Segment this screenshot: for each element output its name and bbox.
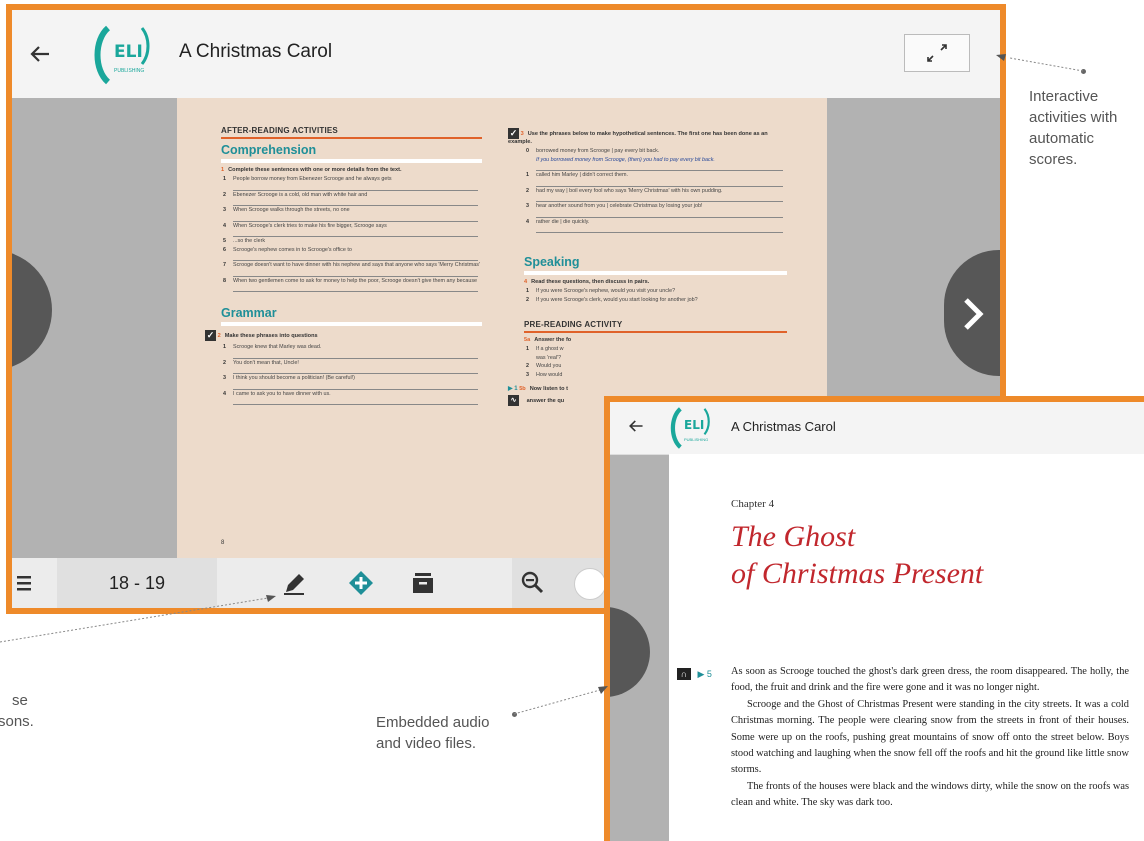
leader-line-embedded bbox=[513, 689, 601, 715]
leader-line-interactive bbox=[1009, 57, 1084, 72]
leader-line-interactive-arrow bbox=[996, 54, 1006, 61]
leader-line-tools-arrow bbox=[266, 595, 276, 602]
callout-leader-lines bbox=[0, 54, 1084, 715]
leader-line-tools bbox=[0, 597, 269, 643]
leader-line-embedded-arrow bbox=[598, 686, 608, 694]
